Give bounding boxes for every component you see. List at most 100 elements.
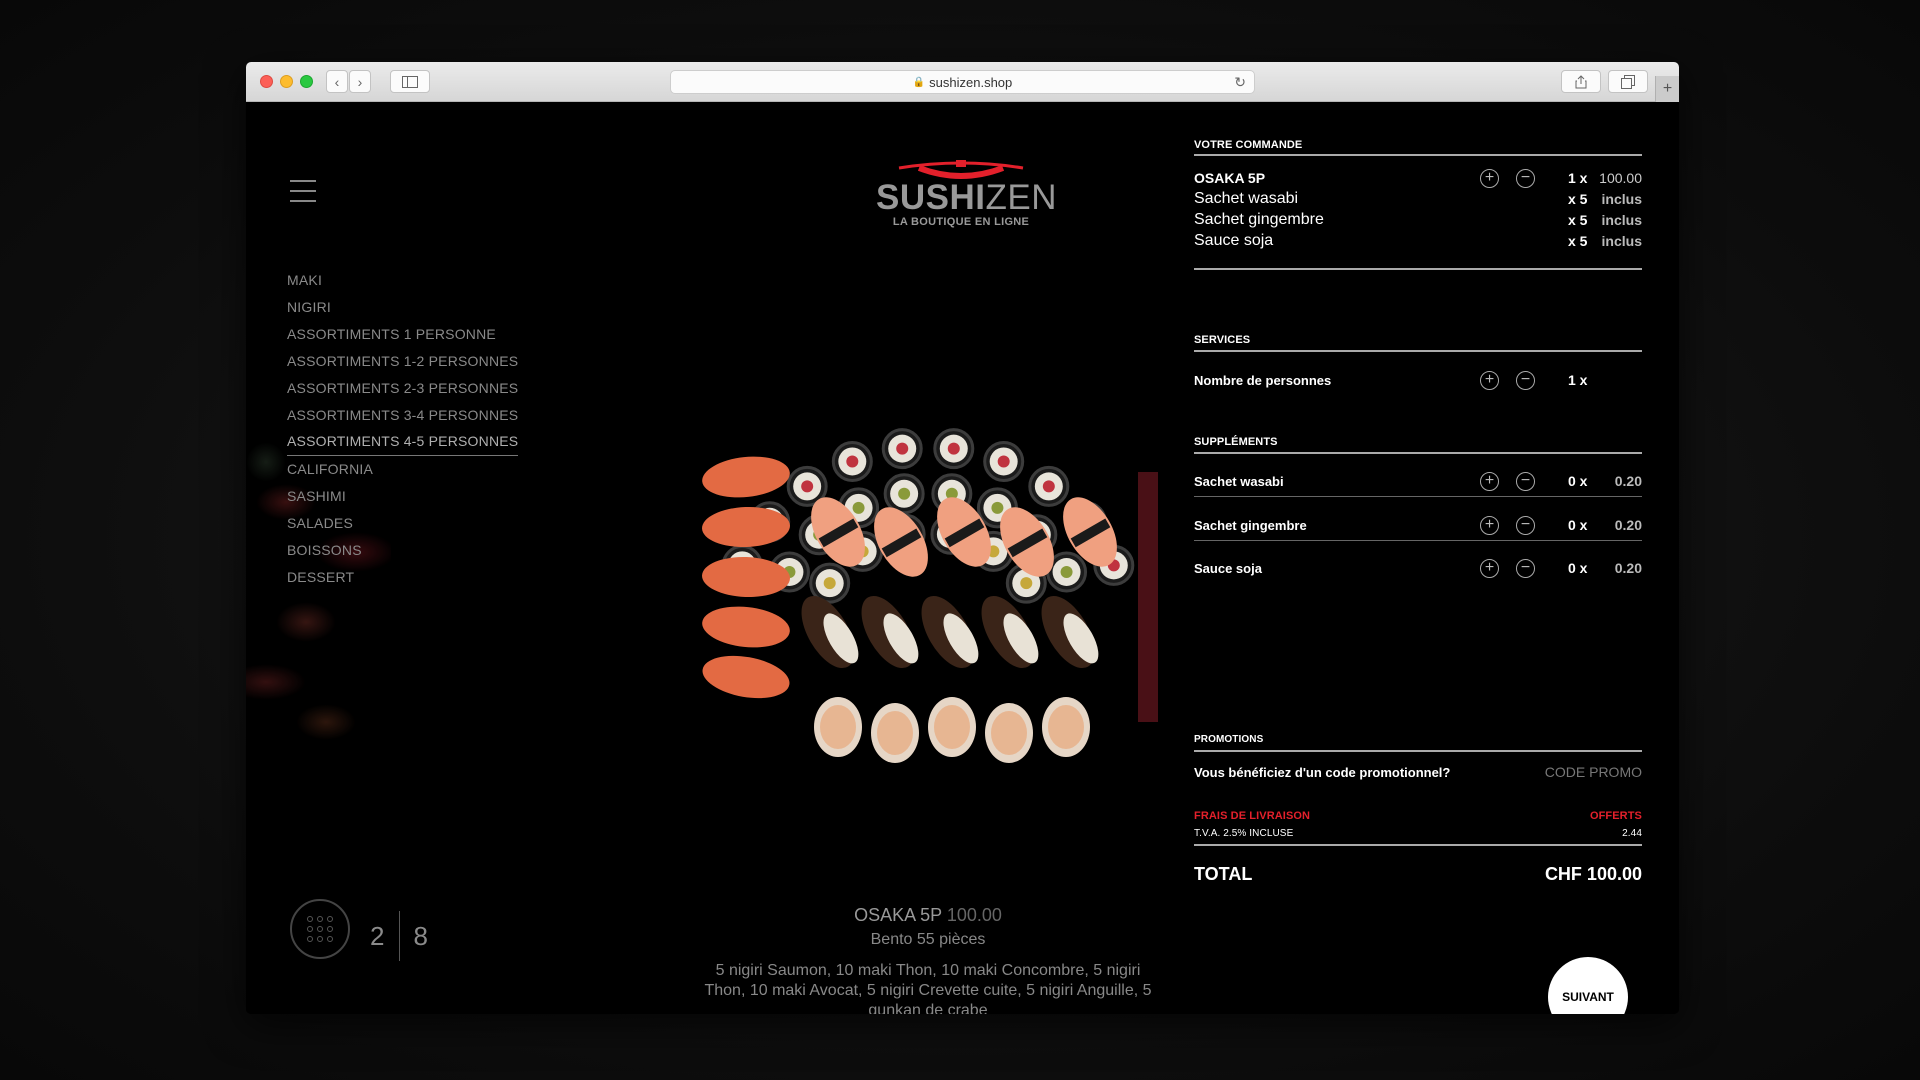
included-label: Sachet wasabi [1194,190,1299,207]
maki-filling [1060,566,1073,578]
close-window-button[interactable] [260,75,273,88]
promo-question: Vous bénéficiez d'un code promotionnel? [1194,765,1451,780]
product-title: OSAKA 5P 100.00 [678,905,1178,926]
crab-topping [820,705,856,749]
crab-topping [877,711,913,755]
address-bar[interactable]: 🔒 sushizen.shop ↻ [670,70,1255,94]
menu-item-nigiri[interactable]: NIGIRI [287,294,518,321]
salmon-nigiri [702,655,790,699]
included-label: Sauce soja [1194,232,1274,249]
supplement-qty: 0 x [1568,517,1588,533]
supplement-row: Sachet wasabi + − 0 x 0.20 [1194,471,1642,491]
plus-icon: + [1662,80,1673,97]
crab-topping [934,705,970,749]
included-label: Sachet gingembre [1194,211,1324,228]
hamburger-menu-icon[interactable] [290,180,316,210]
salmon-nigiri [702,456,790,498]
supplement-row: Sauce soja + − 0 x 0.20 [1194,558,1642,578]
maki-filling [823,577,836,590]
service-label: Nombre de personnes [1194,372,1332,388]
minus-circle-icon[interactable]: − [1516,370,1535,390]
menu-item-california[interactable]: CALIFORNIA [287,456,518,483]
supplement-price: 0.20 [1614,473,1642,489]
menu-item-assortiments-1-2-personnes[interactable]: ASSORTIMENTS 1-2 PERSONNES [287,348,518,375]
supplement-price: 0.20 [1614,517,1642,533]
product-image [702,428,1158,763]
order-title: VOTRE COMMANDE [1194,139,1303,151]
plus-circle-icon[interactable]: + [1480,515,1499,535]
supplements-title: SUPPLÉMENTS [1194,436,1278,448]
maki-filling [896,442,909,455]
logo-arc-icon [898,160,1024,179]
row-divider [1194,496,1642,497]
product-name: OSAKA 5P [854,905,942,925]
url-text: sushizen.shop [929,74,1013,90]
plus-circle-icon[interactable]: + [1480,370,1499,390]
promotions-divider [1194,750,1642,752]
pager-total: 8 [413,920,428,951]
salmon-nigiri [702,606,790,648]
browser-window: ‹ › 🔒 sushizen.shop ↻ + MAKI NIGIRI ASSORT… [246,62,1679,1014]
menu-item-assortiments-3-4-personnes[interactable]: ASSORTIMENTS 3-4 PERSONNES [287,402,518,429]
menu-item-assortiments-2-3-personnes[interactable]: ASSORTIMENTS 2-3 PERSONNES [287,375,518,402]
order-divider [1194,268,1642,270]
services-title: SERVICES [1194,334,1251,346]
services-divider [1194,350,1642,352]
minus-circle-icon[interactable]: − [1516,558,1535,578]
lock-icon: 🔒 [912,76,926,88]
included-item: Sachet gingembre x 5 inclus [1194,210,1642,230]
supplement-qty: 0 x [1568,560,1588,576]
service-row-persons: Nombre de personnes + − 1 x [1194,370,1642,390]
tabs-overview-button[interactable] [1608,70,1648,93]
sushizen-logo[interactable]: SUSHIZEN LA BOUTIQUE EN LIGNE [876,160,1056,228]
plus-circle-icon[interactable]: + [1480,558,1499,578]
promotions-title: PROMOTIONS [1194,734,1264,745]
zoom-window-button[interactable] [300,75,313,88]
new-tab-button[interactable]: + [1655,76,1679,102]
plus-circle-icon[interactable]: + [1480,471,1499,491]
category-menu: MAKI NIGIRI ASSORTIMENTS 1 PERSONNE ASSORTI… [287,267,519,591]
product-description: 5 nigiri Saumon, 10 maki Thon, 10 maki C… [704,962,1152,1014]
total-value: CHF 100.00 [1544,864,1642,884]
menu-item-sashimi[interactable]: SASHIMI [287,483,518,510]
maki-filling [1020,577,1033,590]
menu-item-salades[interactable]: SALADES [287,510,518,537]
order-title-divider [1194,154,1642,156]
chevron-right-icon: › [357,73,363,90]
menu-item-maki[interactable]: MAKI [287,267,518,294]
order-item-label: OSAKA 5P [1194,170,1266,186]
menu-item-assortiments-1-personne[interactable]: ASSORTIMENTS 1 PERSONNE [287,321,518,348]
delivery-value: OFFERTS [1589,810,1642,822]
share-icon [1575,74,1587,88]
maki-filling [997,455,1010,468]
supplement-label: Sauce soja [1194,560,1262,576]
included-item: Sachet wasabi x 5 inclus [1194,189,1642,209]
pager: 2 8 [370,911,428,961]
grid-view-button[interactable] [290,899,350,959]
tuna-edge [1138,472,1158,722]
menu-item-assortiments-4-5-personnes[interactable]: ASSORTIMENTS 4-5 PERSONNES [287,429,519,456]
share-button[interactable] [1561,70,1601,93]
maki-filling [947,442,960,455]
order-main-item: OSAKA 5P + − 1 x 100.00 [1194,168,1642,188]
plus-circle-icon[interactable]: + [1480,168,1499,188]
crab-topping [1048,705,1084,749]
pager-current: 2 [370,920,385,951]
minimize-window-button[interactable] [280,75,293,88]
total-divider [1194,844,1642,846]
reload-icon[interactable]: ↻ [1234,74,1246,91]
maki-filling [801,480,814,493]
included-value: inclus [1601,191,1642,207]
maki-filling [852,501,865,514]
minus-circle-icon[interactable]: − [1516,515,1535,535]
minus-circle-icon[interactable]: − [1516,471,1535,491]
menu-item-dessert[interactable]: DESSERT [287,564,518,591]
promo-code-input[interactable]: CODE PROMO [1545,764,1642,780]
back-button[interactable]: ‹ [326,70,348,93]
menu-item-boissons[interactable]: BOISSONS [287,537,518,564]
forward-button[interactable]: › [349,70,371,93]
minus-circle-icon[interactable]: − [1516,168,1535,188]
supplement-label: Sachet wasabi [1194,473,1284,489]
sidebar-toggle-button[interactable] [390,70,430,93]
next-button[interactable]: SUIVANT [1548,957,1628,1014]
